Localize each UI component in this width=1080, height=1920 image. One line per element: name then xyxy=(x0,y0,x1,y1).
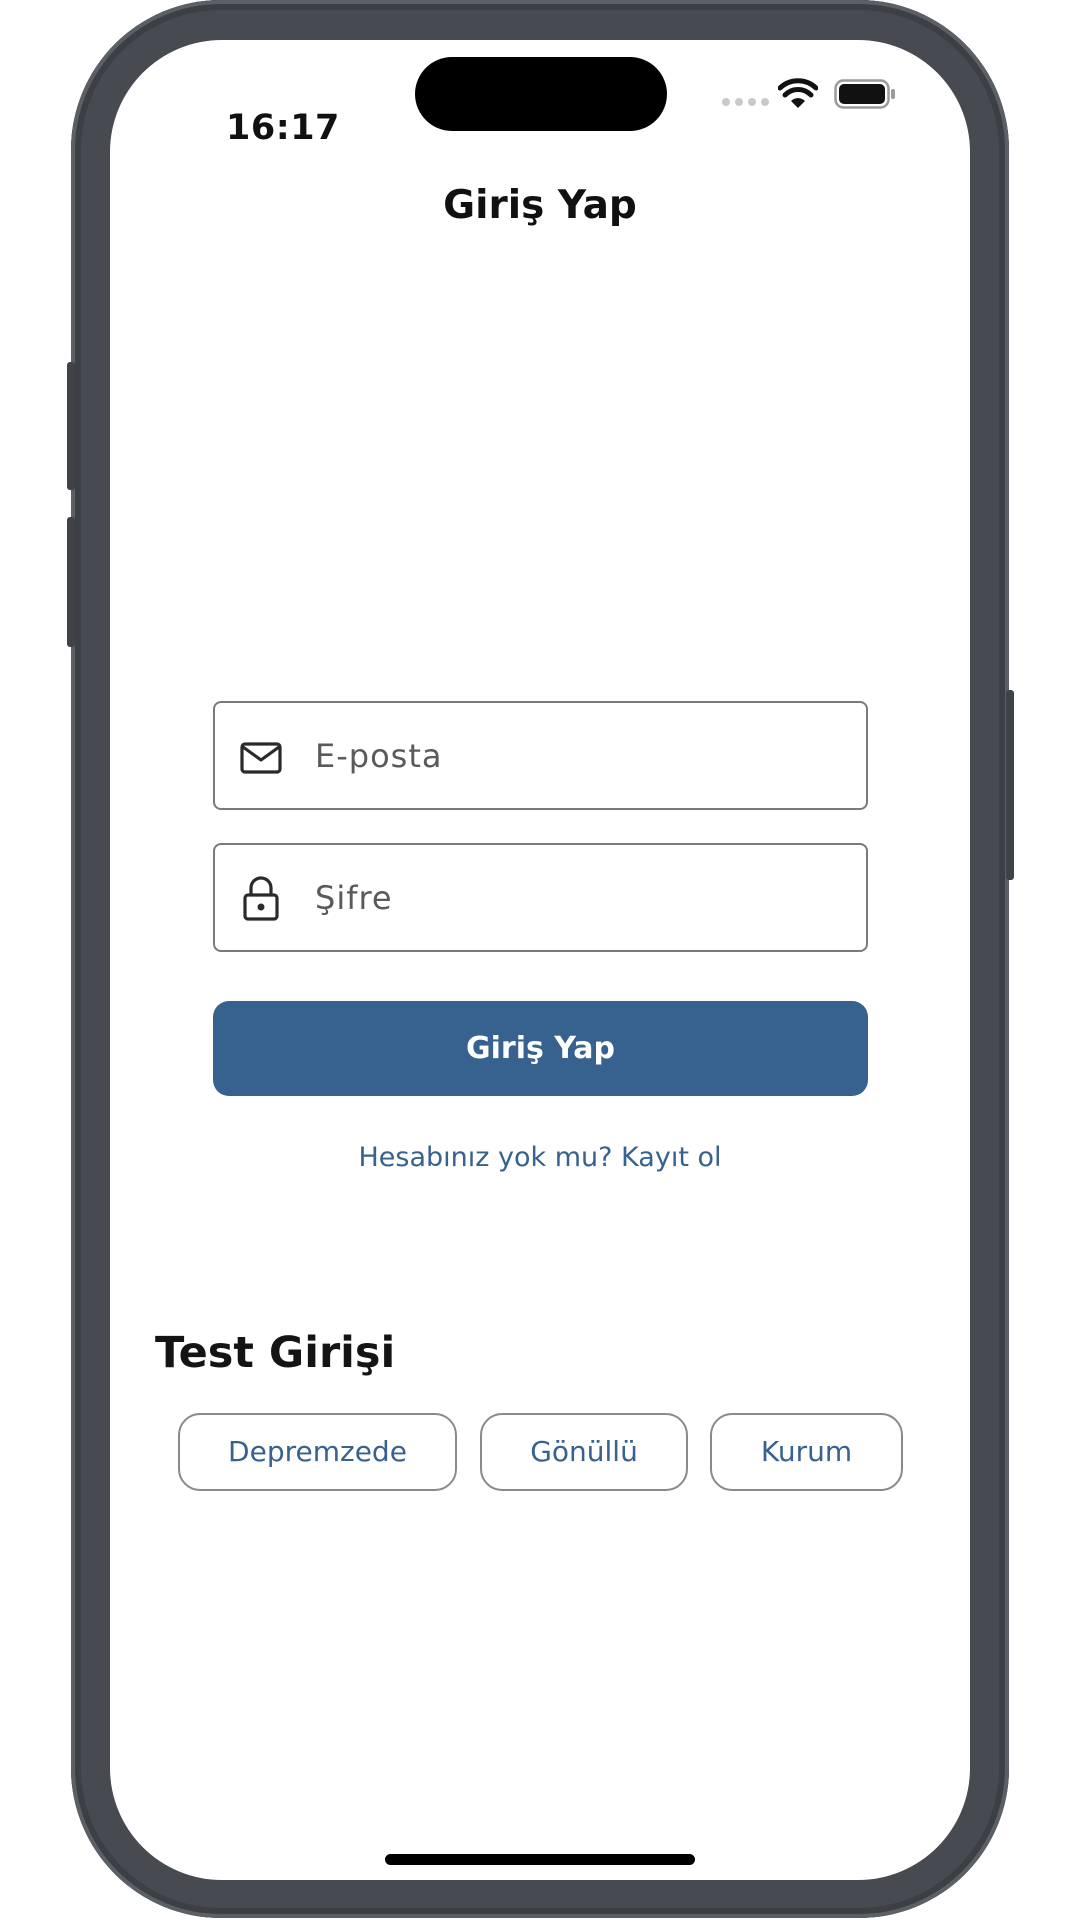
dynamic-island xyxy=(415,57,667,131)
test-login-gonullu-button[interactable]: Gönüllü xyxy=(480,1413,688,1491)
mail-icon xyxy=(240,742,282,774)
test-login-kurum-button[interactable]: Kurum xyxy=(710,1413,903,1491)
device-action-button xyxy=(67,362,75,490)
register-link[interactable]: Hesabınız yok mu? Kayıt ol xyxy=(110,1142,970,1173)
password-input[interactable] xyxy=(315,845,835,950)
page-title: Giriş Yap xyxy=(443,183,637,228)
password-field[interactable] xyxy=(213,843,868,952)
login-button[interactable]: Giriş Yap xyxy=(213,1001,868,1096)
battery-icon xyxy=(834,79,895,109)
lock-icon xyxy=(243,876,279,921)
device-volume-button xyxy=(67,517,75,647)
wifi-icon xyxy=(778,78,818,108)
test-login-depremzede-button[interactable]: Depremzede xyxy=(178,1413,457,1491)
device-power-button xyxy=(1006,690,1014,880)
email-input[interactable] xyxy=(315,703,835,808)
email-field[interactable] xyxy=(213,701,868,810)
test-login-title: Test Girişi xyxy=(155,1328,396,1378)
status-time: 16:17 xyxy=(226,108,340,148)
app-screen: 16:17 Giriş Yap Giriş Yap Hesabınız yok … xyxy=(110,40,970,1880)
cellular-signal-icon xyxy=(722,98,769,106)
home-indicator[interactable] xyxy=(385,1854,695,1865)
